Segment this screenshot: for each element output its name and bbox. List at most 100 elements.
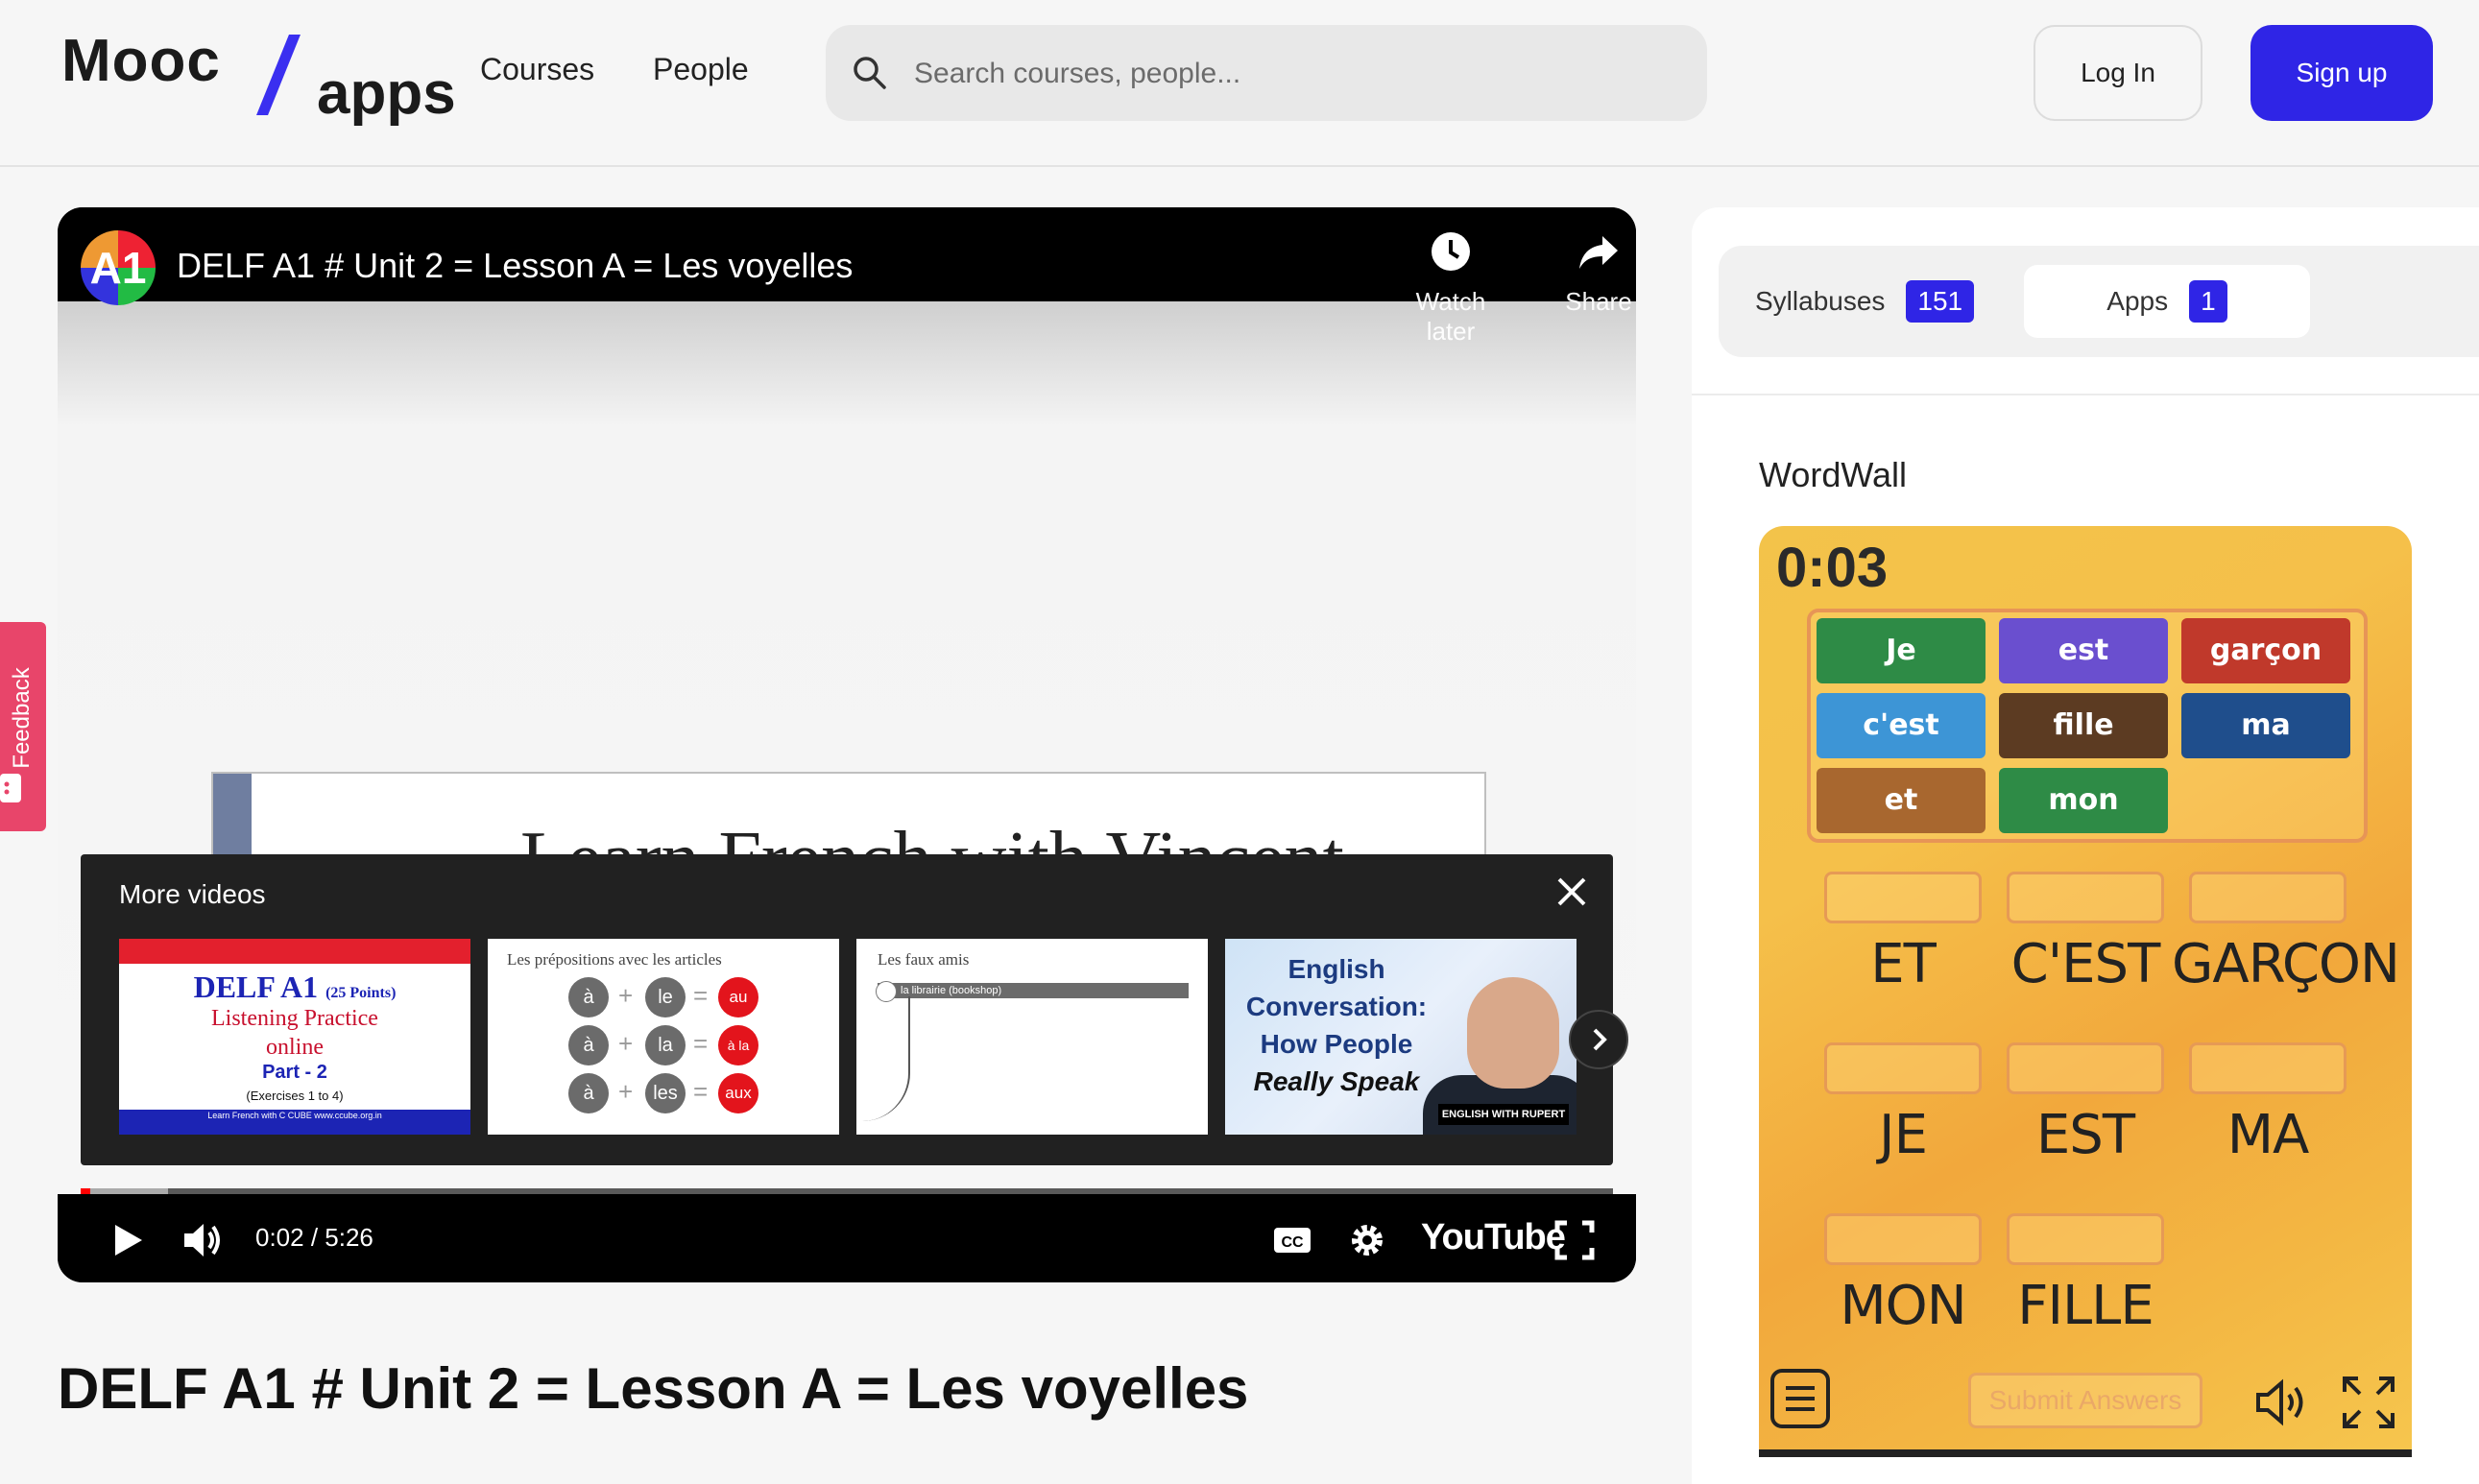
thumb-circle-result: aux bbox=[718, 1073, 758, 1113]
video-thumbnail-english-conversation[interactable]: English Conversation: How People Really … bbox=[1225, 939, 1576, 1135]
thumb-circle: à bbox=[568, 1073, 609, 1113]
answer-slot[interactable] bbox=[2007, 1213, 2164, 1265]
word-tile[interactable]: mon bbox=[1999, 768, 2168, 833]
nav-courses-link[interactable]: Courses bbox=[480, 52, 594, 87]
tab-syllabuses[interactable]: Syllabuses 151 bbox=[1738, 265, 2022, 338]
search-icon bbox=[854, 57, 886, 89]
thumb-footer: Learn French with C CUBE www.ccube.org.i… bbox=[119, 1110, 470, 1135]
video-thumbnail-delf-a1[interactable]: DELF A1 (25 Points) Listening Practice on… bbox=[119, 939, 470, 1135]
target-label: C'EST bbox=[2010, 933, 2161, 995]
next-videos-button[interactable] bbox=[1569, 1010, 1628, 1069]
logo-slash bbox=[256, 35, 301, 115]
word-tile[interactable]: et bbox=[1817, 768, 1986, 833]
activity-timer: 0:03 bbox=[1776, 537, 1889, 599]
word-tile[interactable]: fille bbox=[1999, 693, 2168, 758]
thumb-circle: à bbox=[568, 977, 609, 1017]
site-header: Mooc apps Courses People Log In Sign up bbox=[0, 0, 2479, 167]
answer-slot[interactable] bbox=[1824, 872, 1982, 923]
answer-slot[interactable] bbox=[1824, 1042, 1982, 1094]
youtube-logo[interactable]: YouTube bbox=[1421, 1217, 1566, 1258]
lesson-title: DELF A1 # Unit 2 = Lesson A = Les voyell… bbox=[58, 1356, 1249, 1421]
chevron-right-icon bbox=[1593, 1028, 1607, 1051]
target-label: MON bbox=[1840, 1275, 1966, 1337]
thumb-title: DELF A1 (25 Points) bbox=[193, 969, 397, 1004]
tab-apps-label: Apps bbox=[2106, 286, 2169, 316]
word-tile[interactable]: Je bbox=[1817, 618, 1986, 683]
word-tile[interactable]: ma bbox=[2181, 693, 2350, 758]
video-thumbnail-faux-amis[interactable]: Les faux amis la librairie (bookshop) bbox=[856, 939, 1208, 1135]
volume-icon[interactable] bbox=[181, 1219, 225, 1261]
answer-slot[interactable] bbox=[2189, 872, 2347, 923]
login-button[interactable]: Log In bbox=[2034, 25, 2202, 121]
thumb-circle-result: à la bbox=[718, 1025, 758, 1065]
channel-avatar-text: A1 bbox=[89, 243, 147, 293]
target-label: MA bbox=[2226, 1104, 2310, 1166]
answer-slot[interactable] bbox=[2189, 1042, 2347, 1094]
settings-gear-icon[interactable] bbox=[1346, 1219, 1388, 1261]
target-label: JE bbox=[1879, 1104, 1928, 1166]
thumb-header: Les prépositions avec les articles bbox=[507, 950, 722, 969]
nav-people-link[interactable]: People bbox=[653, 52, 749, 87]
answer-slot[interactable] bbox=[2007, 872, 2164, 923]
target-label: GARÇON bbox=[2172, 933, 2400, 995]
share-icon bbox=[1579, 236, 1618, 269]
fullscreen-icon[interactable] bbox=[2341, 1375, 2396, 1430]
tab-apps[interactable]: Apps 1 bbox=[2024, 265, 2310, 338]
close-icon[interactable] bbox=[1555, 875, 1588, 908]
thumb-strip: la librairie (bookshop) bbox=[878, 983, 1189, 998]
watch-later-label: Watch later bbox=[1415, 287, 1486, 346]
target-label: FILLE bbox=[2017, 1275, 2154, 1337]
thumb-circle: à bbox=[568, 1025, 609, 1065]
submit-answers-button[interactable]: Submit Answers bbox=[1968, 1373, 2202, 1428]
progress-buffered bbox=[81, 1188, 168, 1194]
word-tile[interactable]: c'est bbox=[1817, 693, 1986, 758]
equals-icon: = bbox=[693, 981, 709, 1010]
word-bank: Je est garçon c'est fille ma et mon bbox=[1807, 609, 2368, 843]
play-icon[interactable] bbox=[106, 1219, 148, 1261]
progress-bar[interactable] bbox=[81, 1188, 1613, 1194]
equals-icon: = bbox=[693, 1029, 709, 1058]
thumb-exercises: (Exercises 1 to 4) bbox=[246, 1089, 344, 1103]
svg-text:CC: CC bbox=[1281, 1234, 1304, 1251]
thumb-title: English Conversation: How People Really … bbox=[1245, 954, 1428, 1096]
video-thumbnail-prepositions[interactable]: Les prépositions avec les articles à + l… bbox=[488, 939, 839, 1135]
smiley-icon bbox=[0, 774, 21, 802]
clock-icon bbox=[1432, 232, 1470, 271]
word-tile[interactable]: garçon bbox=[2181, 618, 2350, 683]
more-videos-panel: More videos DELF A1 (25 Points) Listenin… bbox=[81, 854, 1628, 1165]
search-input[interactable] bbox=[912, 46, 1684, 102]
search-bar[interactable] bbox=[826, 25, 1707, 121]
panel-divider bbox=[1692, 394, 2479, 395]
thumb-top-band bbox=[119, 939, 470, 964]
thumb-circle: les bbox=[645, 1073, 686, 1113]
menu-icon[interactable] bbox=[1770, 1369, 1830, 1428]
channel-avatar[interactable]: A1 bbox=[81, 230, 156, 305]
answer-slot[interactable] bbox=[2007, 1042, 2164, 1094]
logo-mooc-text: Mooc bbox=[61, 28, 221, 94]
thumb-circle: la bbox=[645, 1025, 686, 1065]
moocapps-logo[interactable]: Mooc apps bbox=[61, 23, 456, 129]
word-tile[interactable]: est bbox=[1999, 618, 2168, 683]
video-title[interactable]: DELF A1 # Unit 2 = Lesson A = Les voyell… bbox=[177, 246, 853, 286]
tab-syllabuses-label: Syllabuses bbox=[1755, 286, 1886, 316]
thumb-circle-result: au bbox=[718, 977, 758, 1017]
watch-later-button[interactable]: Watch later bbox=[1398, 230, 1504, 347]
fullscreen-icon[interactable] bbox=[1553, 1219, 1596, 1261]
thumb-curve bbox=[860, 996, 910, 1121]
share-button[interactable]: Share bbox=[1546, 230, 1636, 317]
video-time: 0:02 / 5:26 bbox=[255, 1223, 373, 1252]
video-top-bar: A1 DELF A1 # Unit 2 = Lesson A = Les voy… bbox=[58, 207, 1636, 346]
thumb-part: Part - 2 bbox=[262, 1062, 327, 1083]
syllabuses-count-badge: 151 bbox=[1906, 280, 1975, 323]
answer-slot[interactable] bbox=[1824, 1213, 1982, 1265]
progress-played bbox=[81, 1188, 90, 1194]
apps-count-badge: 1 bbox=[2189, 280, 2227, 323]
captions-icon[interactable]: CC bbox=[1271, 1219, 1313, 1261]
thumb-person-face bbox=[1467, 977, 1559, 1089]
wordwall-activity[interactable]: 0:03 Je est garçon c'est fille ma et mon… bbox=[1759, 526, 2412, 1457]
feedback-tab[interactable]: Feedback bbox=[0, 622, 46, 831]
sound-icon[interactable] bbox=[2254, 1378, 2312, 1426]
signup-button[interactable]: Sign up bbox=[2250, 25, 2433, 121]
app-section-title: WordWall bbox=[1759, 455, 1908, 494]
video-player[interactable]: Learn French with Vincent A1 DELF A1 # U… bbox=[58, 207, 1636, 1282]
